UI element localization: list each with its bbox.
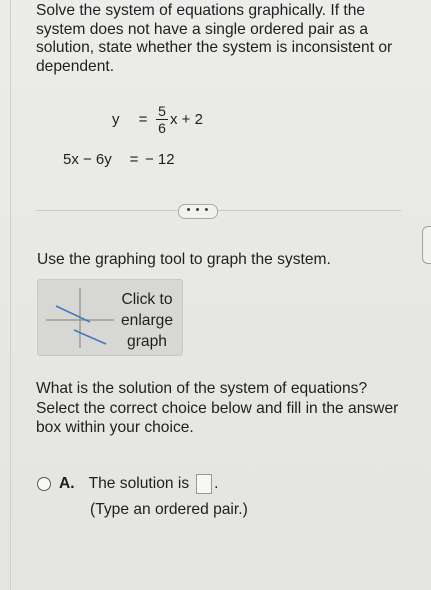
equation-system: y = 5 6 x + 2 5x − 6y = − 12 [0,95,431,175]
choice-a[interactable]: A. The solution is . [37,471,297,497]
fraction-denominator: 6 [158,120,166,136]
problem-statement: Solve the system of equations graphicall… [36,2,393,75]
expand-more-button[interactable]: • • • [178,204,218,219]
left-border [10,0,11,590]
solution-question: What is the solution of the system of eq… [36,380,399,436]
enlarge-graph-label-line2: enlarge [120,312,174,329]
fraction-numerator: 5 [158,103,166,119]
choice-a-period: . [214,475,219,492]
side-panel-handle[interactable]: ⋮ [422,226,431,264]
more-vertical-icon: ⋮ [427,231,431,243]
choice-a-text: The solution is [88,475,190,492]
graph-line-2 [73,329,107,345]
equation-2-rhs: − 12 [145,151,175,168]
enlarge-graph-label-line3: graph [127,333,167,350]
choice-a-radio[interactable] [37,477,51,491]
problem-page: Solve the system of equations graphicall… [0,0,431,590]
choice-a-letter: A. [59,475,75,492]
equation-1-lhs: y [112,111,120,128]
answer-input-box[interactable] [196,474,213,494]
equation-2-lhs: 5x − 6y [63,151,112,168]
fraction: 5 6 [156,103,168,136]
enlarge-graph-button[interactable]: Click to enlarge graph [37,279,183,356]
enlarge-graph-label: Click to enlarge graph [114,289,180,352]
answer-format-hint: (Type an ordered pair.) [90,501,248,518]
equation-1-equals: = [138,111,148,128]
enlarge-graph-label-line1: Click to [121,291,173,308]
equation-1: y = 5 6 x + 2 [112,103,203,136]
graph-instruction: Use the graphing tool to graph the syste… [37,251,331,268]
equation-2-equals: = [129,151,139,168]
equation-2: 5x − 6y = − 12 [63,151,175,168]
graph-thumbnail-icon [46,288,114,348]
section-divider [36,210,401,211]
equation-1-rhs-tail: x + 2 [170,111,203,128]
